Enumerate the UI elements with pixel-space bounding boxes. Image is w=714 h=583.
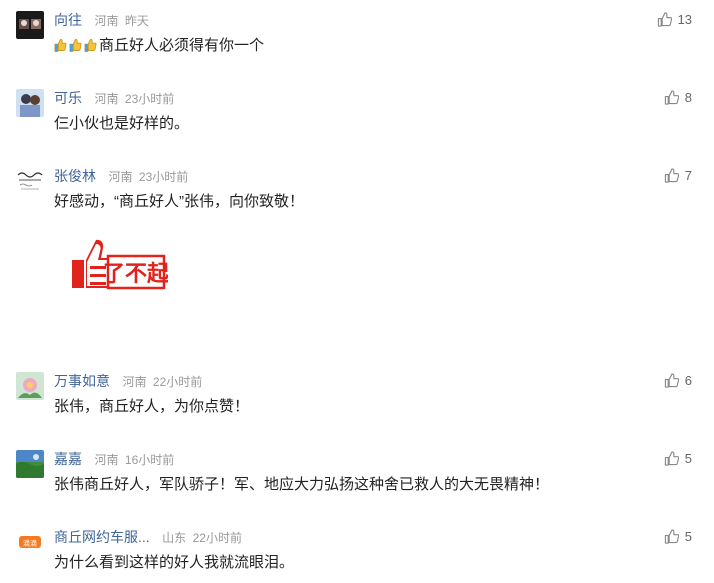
thumbs-up-emoji-icon	[54, 39, 67, 52]
like-count: 5	[684, 451, 692, 466]
thumbs-up-icon	[664, 168, 679, 183]
thumbs-up-emoji-icon	[84, 39, 97, 52]
location: 河南	[94, 92, 119, 106]
username[interactable]: 张俊林	[54, 168, 96, 184]
timestamp: 22小时前	[192, 531, 242, 545]
timestamp: 22小时前	[152, 375, 203, 389]
like-button[interactable]: 13	[657, 10, 692, 30]
comment-meta: 可乐 河南 23小时前	[54, 88, 174, 108]
username[interactable]: 向往	[54, 12, 82, 28]
avatar[interactable]	[16, 11, 44, 39]
comment-meta: 万事如意 河南 22小时前	[54, 371, 202, 391]
sticker-text: 了不起	[103, 262, 168, 287]
thumbs-up-icon	[657, 12, 672, 27]
thumbs-up-emoji-icon	[69, 39, 82, 52]
location: 山东	[162, 531, 187, 545]
comment-text: 为什么看到这样的好人我就流眼泪。	[54, 554, 295, 571]
avatar-text: 滴滴	[23, 539, 37, 548]
like-button[interactable]: 8	[664, 88, 692, 108]
avatar[interactable]	[16, 372, 44, 400]
location: 河南	[94, 453, 119, 467]
timestamp: 16小时前	[124, 453, 175, 467]
comment-meta: 嘉嘉 河南 16小时前	[54, 449, 174, 469]
thumbs-up-icon	[664, 529, 679, 544]
comment-meta: 商丘网约车服... 山东 22小时前	[54, 527, 242, 547]
like-button[interactable]: 5	[664, 449, 692, 469]
timestamp: 23小时前	[124, 92, 175, 106]
location: 河南	[108, 170, 133, 184]
like-count: 6	[684, 373, 692, 388]
username[interactable]: 万事如意	[54, 373, 110, 389]
username[interactable]: 商丘网约车服...	[54, 529, 150, 545]
comment-text: 好感动，“商丘好人”张伟，向你致敬！	[54, 193, 304, 210]
timestamp: 23小时前	[138, 170, 189, 184]
like-count: 13	[677, 12, 692, 27]
location: 河南	[122, 375, 147, 389]
avatar[interactable]	[16, 167, 44, 195]
thumbs-up-icon	[664, 90, 679, 105]
comment-text: 张伟，商丘好人，为你点赞！	[54, 398, 250, 415]
like-count: 5	[684, 529, 692, 544]
comment-meta: 张俊林 河南 23小时前	[54, 166, 188, 186]
comment-text-row: 商丘好人必须得有你一个	[54, 36, 264, 56]
like-count: 8	[684, 90, 692, 105]
comment-text: 仨小伙也是好样的。	[54, 115, 190, 132]
avatar[interactable]: 滴滴	[16, 528, 44, 556]
comment-text: 商丘好人必须得有你一个	[99, 37, 265, 54]
comment-text: 张伟商丘好人，军队骄子！军、地应大力弘扬这种舍已救人的大无畏精神！	[54, 476, 550, 493]
username[interactable]: 嘉嘉	[54, 451, 82, 467]
thumbs-up-icon	[664, 451, 679, 466]
location: 河南	[94, 14, 119, 28]
like-button[interactable]: 5	[664, 527, 692, 547]
avatar[interactable]	[16, 89, 44, 117]
like-button[interactable]: 7	[664, 166, 692, 186]
thumbs-up-icon	[664, 373, 679, 388]
username[interactable]: 可乐	[54, 90, 82, 106]
timestamp: 昨天	[124, 14, 149, 28]
comment-meta: 向往 河南 昨天	[54, 10, 149, 30]
sticker-image[interactable]: 了不起	[68, 236, 170, 296]
avatar[interactable]	[16, 450, 44, 478]
like-count: 7	[684, 168, 692, 183]
like-button[interactable]: 6	[664, 371, 692, 391]
